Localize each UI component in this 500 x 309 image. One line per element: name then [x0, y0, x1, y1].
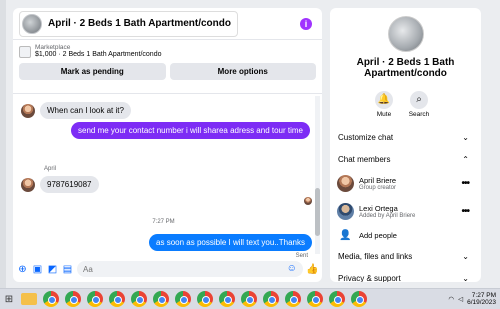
chrome-icon[interactable] — [197, 291, 213, 307]
message-row: When can I look at it? — [21, 102, 131, 119]
member-name: April Briere — [359, 176, 397, 185]
listing-thumbnail — [22, 13, 42, 34]
more-icon[interactable]: ••• — [461, 178, 469, 189]
listing-category: Marketplace — [35, 44, 71, 51]
message-bubble: When can I look at it? — [40, 102, 131, 119]
member-row[interactable]: Lexi Ortega Added by April Briere ••• — [337, 203, 470, 220]
photo-icon[interactable]: ▣ — [32, 264, 43, 275]
avatar — [337, 175, 354, 192]
chrome-icon[interactable] — [351, 291, 367, 307]
message-row: as soon as possible I will text you..Tha… — [149, 234, 312, 251]
message-bubble: as soon as possible I will text you..Tha… — [149, 234, 312, 251]
chat-details-panel: April · 2 Beds 1 Bath Apartment/condo 🔔 … — [330, 8, 481, 282]
group-avatar — [388, 16, 424, 52]
chrome-icon[interactable] — [87, 291, 103, 307]
system-tray: ◠ ◁ 7:27 PM 6/19/2023 — [448, 292, 500, 306]
clock-time: 7:27 PM — [471, 292, 496, 299]
chevron-down-icon: ⌄ — [462, 252, 469, 261]
listing-price-title: $1,000 · 2 Beds 1 Bath Apartment/condo — [35, 51, 162, 58]
chrome-icon[interactable] — [153, 291, 169, 307]
member-role: Added by April Briere — [359, 213, 416, 219]
member-name: Lexi Ortega — [359, 204, 398, 213]
add-person-icon: 👤 — [339, 230, 352, 241]
chevron-down-icon: ⌄ — [462, 133, 469, 142]
chrome-icon[interactable] — [263, 291, 279, 307]
chrome-icon[interactable] — [307, 291, 323, 307]
avatar — [21, 177, 35, 192]
chat-window: April · 2 Beds 1 Bath Apartment/condo i … — [13, 8, 322, 282]
mute-label: Mute — [376, 111, 392, 118]
message-bubble: send me your contact number i will share… — [71, 122, 310, 139]
composer: ⊕ ▣ ◩ ▤ ☺ 👍 — [13, 256, 322, 282]
group-title: April · 2 Beds 1 Bath Apartment/condo — [356, 57, 455, 79]
chevron-up-icon: ⌃ — [462, 155, 469, 164]
customize-chat-section[interactable]: Customize chat ⌄ — [338, 133, 469, 142]
search-icon: ⌕ — [410, 91, 428, 109]
clock-date: 6/19/2023 — [467, 299, 496, 306]
add-people-label: Add people — [359, 231, 397, 240]
section-label: Chat members — [338, 155, 391, 164]
scrollbar-thumb[interactable] — [315, 188, 320, 236]
chevron-down-icon: ⌄ — [462, 274, 469, 282]
chat-header: April · 2 Beds 1 Bath Apartment/condo i — [13, 8, 322, 40]
section-label: Customize chat — [338, 133, 394, 142]
bell-icon: 🔔 — [375, 91, 393, 109]
member-row[interactable]: April Briere Group creator ••• — [337, 175, 470, 192]
seen-avatar — [304, 197, 312, 205]
member-role: Group creator — [359, 185, 397, 191]
chat-title-button[interactable]: April · 2 Beds 1 Bath Apartment/condo — [19, 10, 238, 37]
sender-name: April — [44, 166, 57, 172]
search-label: Search — [408, 111, 430, 118]
background-strip — [0, 0, 6, 288]
more-options-button[interactable]: More options — [169, 63, 316, 80]
screen: April · 2 Beds 1 Bath Apartment/condo i … — [0, 0, 500, 309]
mute-button[interactable]: 🔔 Mute — [364, 91, 404, 118]
message-row: 9787619087 — [21, 176, 99, 193]
privacy-section[interactable]: Privacy & support ⌄ — [338, 274, 469, 282]
like-icon[interactable]: 👍 — [306, 264, 318, 275]
search-button[interactable]: ⌕ Search — [399, 91, 439, 118]
chrome-icon[interactable] — [219, 291, 235, 307]
wifi-icon[interactable]: ◠ — [448, 295, 454, 303]
taskbar: ⊞ ◠ ◁ 7:27 PM 6/19/2023 — [0, 288, 500, 309]
avatar — [21, 103, 35, 118]
chrome-icon[interactable] — [285, 291, 301, 307]
sticker-icon[interactable]: ◩ — [47, 264, 58, 275]
volume-icon[interactable]: ◁ — [458, 295, 463, 303]
scrollbar[interactable] — [315, 96, 320, 254]
chrome-icon[interactable] — [131, 291, 147, 307]
chrome-icon[interactable] — [329, 291, 345, 307]
chrome-icon[interactable] — [65, 291, 81, 307]
add-people-button[interactable]: 👤 Add people — [337, 230, 469, 241]
chrome-icon[interactable] — [43, 291, 59, 307]
avatar — [337, 203, 354, 220]
message-input[interactable] — [83, 264, 287, 274]
gif-icon[interactable]: ▤ — [62, 264, 73, 275]
file-explorer-icon[interactable] — [21, 293, 37, 305]
plus-icon[interactable]: ⊕ — [17, 264, 28, 275]
chat-members-section[interactable]: Chat members ⌃ — [338, 155, 469, 164]
message-row: send me your contact number i will share… — [71, 122, 310, 139]
timestamp: 7:27 PM — [152, 219, 175, 225]
mark-as-pending-button[interactable]: Mark as pending — [19, 63, 166, 80]
chrome-icon[interactable] — [109, 291, 125, 307]
listing-card: Marketplace $1,000 · 2 Beds 1 Bath Apart… — [13, 40, 322, 94]
info-icon[interactable]: i — [300, 18, 312, 30]
section-label: Media, files and links — [338, 252, 413, 261]
section-label: Privacy & support — [338, 274, 401, 282]
chrome-icon[interactable] — [241, 291, 257, 307]
media-section[interactable]: Media, files and links ⌄ — [338, 252, 469, 261]
clock[interactable]: 7:27 PM 6/19/2023 — [467, 292, 496, 306]
message-bubble: 9787619087 — [40, 176, 99, 193]
message-input-box: ☺ — [77, 261, 303, 277]
start-icon[interactable]: ⊞ — [0, 289, 18, 309]
message-list: When can I look at it? send me your cont… — [13, 96, 314, 259]
more-icon[interactable]: ••• — [461, 206, 469, 217]
marketplace-icon — [19, 46, 31, 58]
chat-title: April · 2 Beds 1 Bath Apartment/condo — [48, 18, 231, 29]
emoji-icon[interactable]: ☺ — [287, 263, 297, 275]
chrome-icon[interactable] — [175, 291, 191, 307]
